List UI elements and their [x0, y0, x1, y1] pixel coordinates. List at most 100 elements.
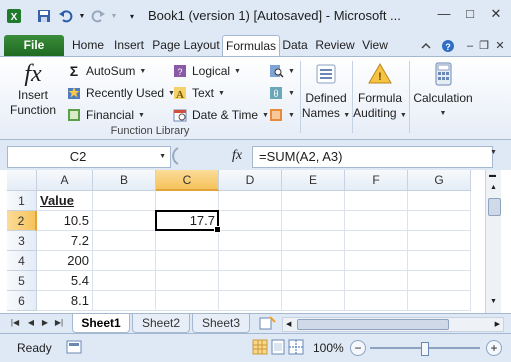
redo-icon[interactable] [90, 8, 106, 24]
tab-file[interactable]: File [4, 35, 64, 56]
prev-sheet-icon[interactable]: ◀ [26, 317, 36, 329]
column-header-b[interactable]: B [93, 170, 156, 191]
defined-names-button[interactable]: Defined Names ▼ [302, 61, 350, 122]
cell-e3[interactable] [282, 231, 345, 251]
cell-e5[interactable] [282, 271, 345, 291]
date-time-button[interactable]: Date & Time ▼ [172, 107, 269, 123]
insert-function-fx-icon[interactable]: fx [232, 148, 242, 164]
scroll-left-icon[interactable]: ◀ [286, 318, 291, 331]
sheet-tab-sheet2[interactable]: Sheet2 [132, 314, 190, 333]
cell-a2[interactable]: 10.5 [37, 211, 93, 231]
column-header-e[interactable]: E [282, 170, 345, 191]
first-sheet-icon[interactable]: |◀ [10, 317, 20, 329]
tab-review[interactable]: Review [313, 35, 357, 56]
vertical-scrollbar[interactable]: ▬ ▲ ▼ [485, 170, 501, 313]
cell-f2[interactable] [345, 211, 408, 231]
chevron-down-icon[interactable]: ▼ [159, 147, 166, 167]
page-break-view-icon[interactable] [288, 339, 304, 358]
sheet-tab-sheet3[interactable]: Sheet3 [192, 314, 250, 333]
tab-data[interactable]: Data [280, 35, 310, 56]
tab-formulas[interactable]: Formulas [222, 35, 280, 57]
minimize-ribbon-icon[interactable] [418, 38, 434, 54]
cell-a4[interactable]: 200 [37, 251, 93, 271]
cell-c2[interactable]: 17.7 [156, 211, 219, 231]
excel-app-icon[interactable]: X [6, 8, 22, 24]
cell-d5[interactable] [219, 271, 282, 291]
cell-c1[interactable] [156, 191, 219, 211]
tab-home[interactable]: Home [70, 35, 106, 56]
insert-worksheet-icon[interactable] [258, 316, 276, 334]
cell-a6[interactable]: 8.1 [37, 291, 93, 311]
horizontal-scrollbar[interactable]: ◀ ▶ [282, 317, 504, 332]
cell-f4[interactable] [345, 251, 408, 271]
page-layout-view-icon[interactable] [270, 339, 286, 358]
tab-view[interactable]: View [359, 35, 391, 56]
formula-auditing-button[interactable]: ! Formula Auditing ▼ [353, 61, 407, 122]
row-header-6[interactable]: 6 [7, 291, 37, 311]
cell-b1[interactable] [93, 191, 156, 211]
undo-dropdown-icon[interactable]: ▼ [74, 8, 90, 24]
row-header-5[interactable]: 5 [7, 271, 37, 291]
workbook-restore-icon[interactable]: ❐ [476, 38, 492, 54]
minimize-icon[interactable]: — [436, 6, 452, 22]
cell-e2[interactable] [282, 211, 345, 231]
undo-icon[interactable] [58, 8, 74, 24]
select-all-corner[interactable] [7, 170, 37, 191]
help-icon[interactable]: ? [440, 38, 456, 54]
financial-button[interactable]: Financial ▼ [66, 107, 145, 123]
normal-view-icon[interactable] [252, 339, 268, 358]
close-icon[interactable]: ✕ [488, 6, 504, 22]
tab-page-layout[interactable]: Page Layout [151, 35, 221, 56]
cell-g6[interactable] [408, 291, 471, 311]
zoom-level[interactable]: 100% [313, 341, 344, 355]
more-functions-button[interactable]: ▼ [268, 107, 295, 123]
cell-d1[interactable] [219, 191, 282, 211]
cell-b6[interactable] [93, 291, 156, 311]
cell-g1[interactable] [408, 191, 471, 211]
name-box-resize-handle[interactable] [172, 146, 192, 166]
cell-g2[interactable] [408, 211, 471, 231]
scroll-up-icon[interactable]: ▲ [490, 184, 497, 191]
cell-d3[interactable] [219, 231, 282, 251]
cell-e1[interactable] [282, 191, 345, 211]
hscroll-thumb[interactable] [297, 319, 449, 330]
cell-e4[interactable] [282, 251, 345, 271]
formula-input[interactable]: =SUM(A2, A3) [252, 146, 493, 168]
tab-insert[interactable]: Insert [109, 35, 149, 56]
cell-b3[interactable] [93, 231, 156, 251]
recently-used-button[interactable]: Recently Used ▼ [66, 85, 175, 101]
maximize-icon[interactable]: □ [462, 6, 478, 22]
workbook-close-icon[interactable]: ✕ [492, 38, 508, 54]
worksheet-grid[interactable]: A B C D E F G 1 Value 2 10.5 17.7 3 7.2 4 200 5 5.4 6 8.1 [7, 170, 485, 313]
autosum-button[interactable]: Σ AutoSum ▼ [66, 63, 147, 79]
cell-a1[interactable]: Value [37, 191, 93, 211]
name-box[interactable]: C2 ▼ [7, 146, 171, 168]
sheet-tab-sheet1[interactable]: Sheet1 [72, 314, 130, 333]
macro-record-icon[interactable] [66, 339, 82, 358]
scroll-thumb[interactable] [488, 198, 501, 216]
cell-d4[interactable] [219, 251, 282, 271]
column-header-g[interactable]: G [408, 170, 471, 191]
last-sheet-icon[interactable]: ▶| [54, 317, 64, 329]
zoom-slider-thumb[interactable] [421, 342, 429, 356]
scroll-down-icon[interactable]: ▼ [490, 298, 497, 305]
row-header-1[interactable]: 1 [7, 191, 37, 211]
cell-d2[interactable] [219, 211, 282, 231]
cell-f1[interactable] [345, 191, 408, 211]
zoom-out-icon[interactable]: − [350, 340, 366, 356]
customize-qat-icon[interactable]: ▾ [124, 8, 140, 24]
text-button[interactable]: A Text ▼ [172, 85, 225, 101]
cell-f6[interactable] [345, 291, 408, 311]
zoom-in-icon[interactable]: + [486, 340, 502, 356]
row-header-3[interactable]: 3 [7, 231, 37, 251]
row-header-4[interactable]: 4 [7, 251, 37, 271]
cell-a5[interactable]: 5.4 [37, 271, 93, 291]
cell-a3[interactable]: 7.2 [37, 231, 93, 251]
logical-button[interactable]: ? Logical ▼ [172, 63, 241, 79]
cell-b5[interactable] [93, 271, 156, 291]
row-header-2[interactable]: 2 [7, 211, 37, 231]
cell-c5[interactable] [156, 271, 219, 291]
scroll-right-icon[interactable]: ▶ [495, 318, 500, 331]
column-header-a[interactable]: A [37, 170, 93, 191]
insert-function-button[interactable]: fx Insert Function [10, 61, 56, 117]
